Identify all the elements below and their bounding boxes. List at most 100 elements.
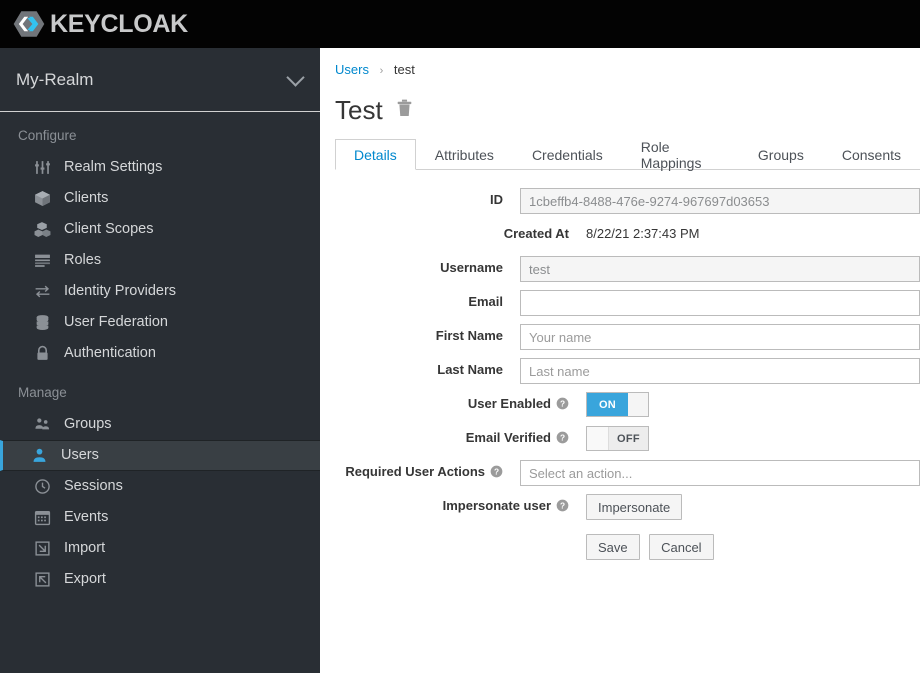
sidebar-item-groups[interactable]: Groups (0, 409, 320, 440)
users-group-icon (34, 416, 51, 433)
toggle-off-label: OFF (609, 427, 648, 450)
required-user-actions-select[interactable] (520, 460, 920, 486)
trash-icon[interactable] (396, 99, 413, 122)
cube-icon (34, 190, 51, 207)
tab-attributes[interactable]: Attributes (416, 139, 513, 169)
keycloak-hexagon-logo-icon (13, 11, 45, 37)
form-row-email-verified: Email Verified ? OFF (320, 426, 920, 452)
sidebar-item-label: Users (61, 447, 99, 464)
breadcrumb-users-link[interactable]: Users (335, 62, 369, 77)
help-circle-icon[interactable]: ? (490, 465, 503, 478)
sidebar-item-roles[interactable]: Roles (0, 245, 320, 276)
main-content: Users › test Test Details Attributes Cre… (320, 48, 920, 673)
breadcrumb-separator: › (379, 65, 384, 77)
sidebar-item-events[interactable]: Events (0, 502, 320, 533)
lock-icon (34, 345, 51, 362)
help-circle-icon[interactable]: ? (556, 499, 569, 512)
sidebar-item-realm-settings[interactable]: Realm Settings (0, 152, 320, 183)
sidebar-item-export[interactable]: Export (0, 564, 320, 595)
svg-text:?: ? (560, 433, 565, 443)
realm-selector[interactable]: My-Realm (0, 48, 320, 112)
save-button[interactable]: Save (586, 534, 640, 560)
sidebar-item-label: Realm Settings (64, 159, 163, 176)
form-row-created-at: Created At 8/22/21 2:37:43 PM (320, 222, 920, 248)
email-verified-toggle[interactable]: OFF (586, 426, 649, 451)
user-details-form: ID Created At 8/22/21 2:37:43 PM Usernam… (320, 170, 920, 560)
tab-credentials[interactable]: Credentials (513, 139, 622, 169)
form-row-required-user-actions: Required User Actions ? (320, 460, 920, 486)
nav-section-manage-title: Manage (18, 385, 67, 400)
chevron-down-icon[interactable] (286, 67, 305, 87)
cubes-icon (34, 221, 51, 238)
toggle-knob (587, 427, 609, 450)
brand-text: KEYCLOAK (50, 9, 188, 38)
toggle-knob (628, 393, 648, 416)
tab-label: Groups (757, 146, 804, 163)
help-circle-icon[interactable]: ? (556, 431, 569, 444)
tab-label: Attributes (434, 146, 494, 163)
email-field[interactable] (520, 290, 920, 316)
cancel-button[interactable]: Cancel (649, 534, 714, 560)
sidebar: My-Realm Configure Realm Settings Client… (0, 48, 320, 673)
user-icon (31, 447, 48, 464)
breadcrumb: Users › test (320, 48, 920, 77)
toggle-on-label: ON (587, 393, 628, 416)
sidebar-item-label: Roles (64, 252, 102, 269)
email-label: Email (468, 294, 503, 309)
sidebar-item-client-scopes[interactable]: Client Scopes (0, 214, 320, 245)
list-rows-icon (34, 252, 51, 269)
realm-name: My-Realm (16, 69, 94, 89)
sidebar-item-label: Sessions (64, 478, 123, 495)
email-verified-label: Email Verified ? (320, 426, 586, 446)
first-name-field[interactable] (520, 324, 920, 350)
tab-consents[interactable]: Consents (823, 139, 920, 169)
export-arrow-icon (34, 571, 51, 588)
id-field (520, 188, 920, 214)
form-row-email: Email (320, 290, 920, 316)
svg-text:?: ? (560, 501, 565, 511)
sidebar-item-label: User Federation (64, 314, 168, 331)
sidebar-item-label: Groups (64, 416, 112, 433)
svg-text:?: ? (560, 399, 565, 409)
impersonate-button[interactable]: Impersonate (586, 494, 683, 520)
form-row-first-name: First Name (320, 324, 920, 350)
actions-spacer (320, 528, 586, 532)
username-field (520, 256, 920, 282)
sidebar-item-sessions[interactable]: Sessions (0, 471, 320, 502)
user-enabled-label: User Enabled ? (320, 392, 586, 412)
sidebar-item-label: Clients (64, 190, 109, 207)
masthead: KEYCLOAK (0, 0, 920, 48)
sidebar-item-authentication[interactable]: Authentication (0, 338, 320, 369)
form-row-username: Username (320, 256, 920, 282)
required-user-actions-label-text: Required User Actions (345, 464, 485, 479)
sidebar-item-clients[interactable]: Clients (0, 183, 320, 214)
sidebar-item-identity-providers[interactable]: Identity Providers (0, 276, 320, 307)
sidebar-item-label: Client Scopes (64, 221, 154, 238)
last-name-label: Last Name (437, 362, 503, 377)
sidebar-item-user-federation[interactable]: User Federation (0, 307, 320, 338)
tab-details[interactable]: Details (335, 139, 416, 170)
email-verified-label-text: Email Verified (465, 430, 551, 445)
form-row-id: ID (320, 188, 920, 214)
form-row-last-name: Last Name (320, 358, 920, 384)
brand[interactable]: KEYCLOAK (12, 7, 188, 41)
tab-groups[interactable]: Groups (739, 139, 823, 169)
page-title: Test (335, 95, 383, 125)
page-title-row: Test (320, 77, 920, 123)
nav-section-configure-title: Configure (18, 128, 77, 143)
impersonate-user-label: Impersonate user ? (320, 494, 586, 514)
exchange-arrows-icon (34, 283, 51, 300)
help-circle-icon[interactable]: ? (556, 397, 569, 410)
tab-role-mappings[interactable]: Role Mappings (622, 139, 739, 171)
username-label: Username (440, 260, 503, 275)
calendar-icon (34, 509, 51, 526)
last-name-field[interactable] (520, 358, 920, 384)
sidebar-item-import[interactable]: Import (0, 533, 320, 564)
impersonate-user-label-text: Impersonate user (442, 498, 551, 513)
form-row-impersonate-user: Impersonate user ? Impersonate (320, 494, 920, 520)
user-enabled-toggle[interactable]: ON (586, 392, 649, 417)
user-enabled-label-text: User Enabled (467, 396, 551, 411)
sidebar-item-users[interactable]: Users (0, 440, 320, 471)
sidebar-item-label: Identity Providers (64, 283, 177, 300)
sidebar-item-label: Authentication (64, 345, 156, 362)
